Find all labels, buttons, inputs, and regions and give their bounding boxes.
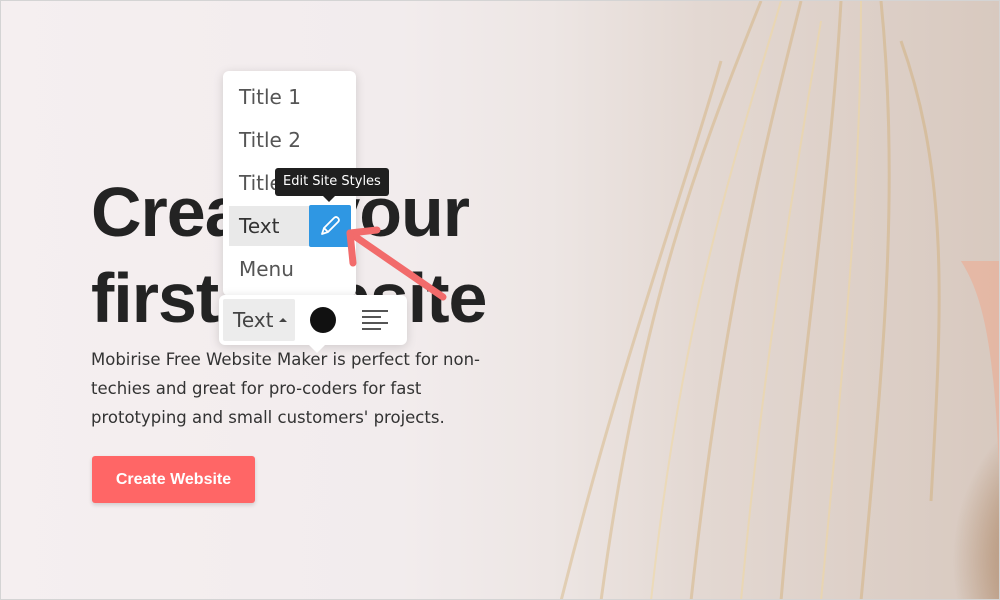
text-toolbar: Text bbox=[219, 295, 407, 353]
pencil-icon bbox=[321, 216, 340, 235]
menu-item-title-1[interactable]: Title 1 bbox=[229, 77, 350, 117]
text-type-dropdown[interactable]: Text bbox=[223, 299, 295, 341]
page-frame: Create your first website Mobirise Free … bbox=[0, 0, 1000, 600]
color-swatch-icon[interactable] bbox=[310, 307, 336, 333]
menu-item-title-2[interactable]: Title 2 bbox=[229, 120, 350, 160]
create-website-button[interactable]: Create Website bbox=[92, 456, 255, 503]
caret-up-icon bbox=[279, 318, 287, 322]
edit-site-styles-tooltip: Edit Site Styles bbox=[275, 168, 389, 202]
text-type-label: Text bbox=[233, 308, 274, 332]
hero-photo bbox=[431, 1, 999, 599]
menu-item-menu[interactable]: Menu bbox=[229, 249, 350, 289]
align-left-icon[interactable] bbox=[361, 309, 389, 331]
hero-subtext: Mobirise Free Website Maker is perfect f… bbox=[91, 350, 480, 427]
edit-site-styles-button[interactable] bbox=[309, 205, 351, 247]
